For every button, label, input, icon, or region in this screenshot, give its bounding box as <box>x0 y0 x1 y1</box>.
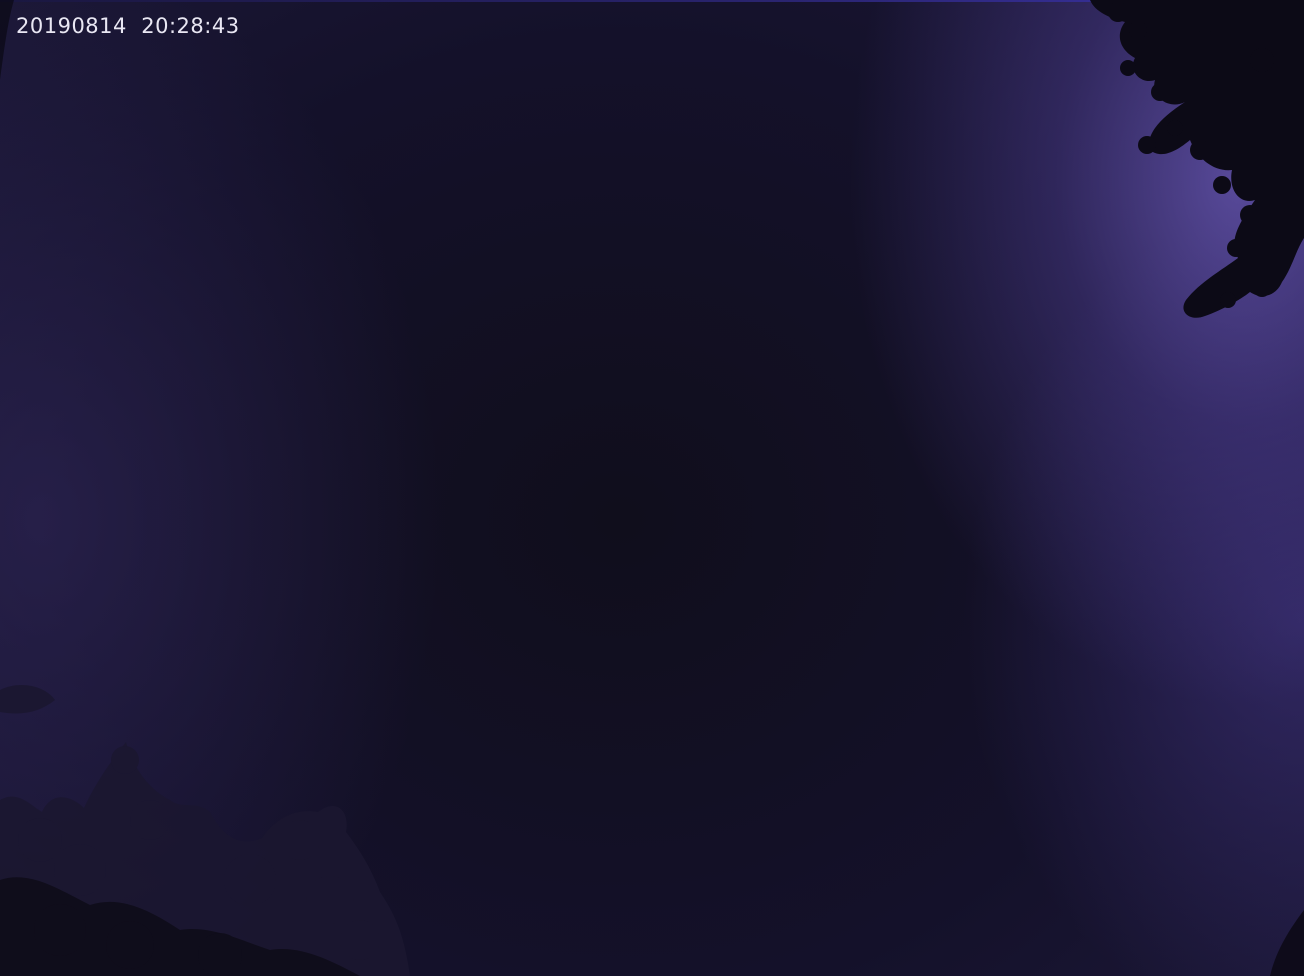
corner-top-left <box>0 0 14 80</box>
tree-top-right <box>1090 0 1304 318</box>
camera-frame: 20190814 20:28:43 <box>0 0 1304 976</box>
tree-silhouettes <box>0 0 1304 976</box>
foliage-bottom-right <box>1270 910 1304 976</box>
timestamp-overlay: 20190814 20:28:43 <box>16 14 240 38</box>
